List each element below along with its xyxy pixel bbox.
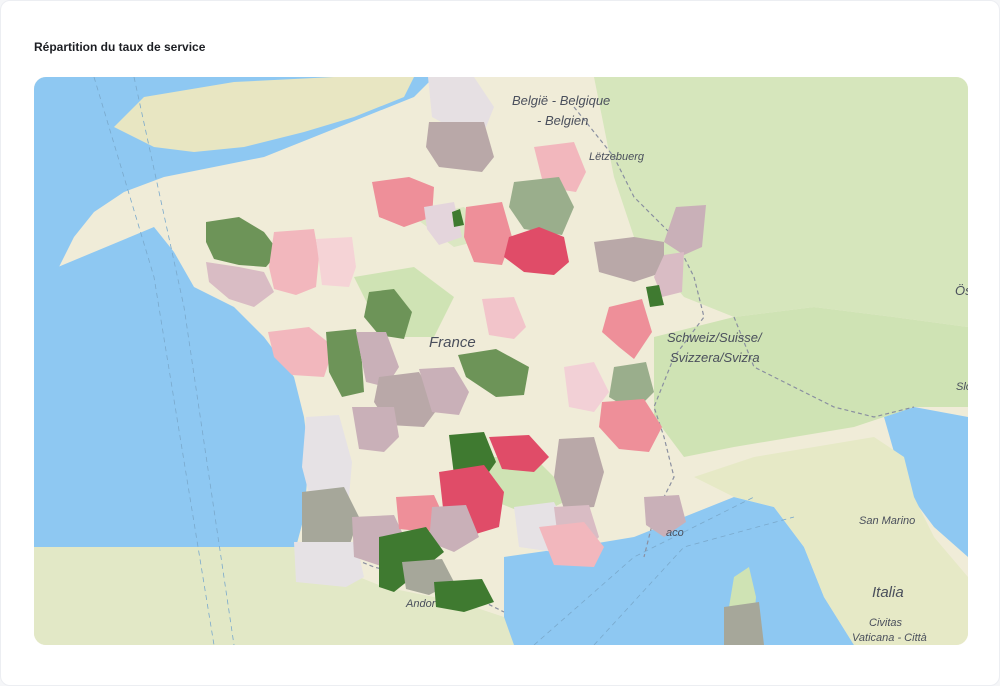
label-slovenia: Slo: [956, 381, 968, 393]
card-title: Répartition du taux de service: [34, 40, 206, 54]
label-switzerland: Schweiz/Suisse/: [667, 330, 763, 345]
choropleth-map[interactable]: België - Belgique - Belgien Lëtzebuerg F…: [34, 77, 968, 645]
label-belgium: België - Belgique: [512, 93, 610, 108]
label-vatican-2: Vaticana - Città: [852, 632, 927, 644]
label-austria: Ös: [955, 283, 968, 298]
label-belgium-2: - Belgien: [537, 113, 588, 128]
label-vatican: Civitas: [869, 617, 903, 629]
label-france: France: [429, 334, 476, 351]
department-region[interactable]: [724, 602, 764, 645]
label-monaco: aco: [666, 527, 684, 539]
department-region[interactable]: [294, 542, 364, 587]
department-region[interactable]: [316, 237, 356, 287]
label-luxembourg: Lëtzebuerg: [589, 151, 645, 163]
department-region[interactable]: [269, 229, 319, 295]
map-canvas[interactable]: België - Belgique - Belgien Lëtzebuerg F…: [34, 77, 968, 645]
label-italy: Italia: [872, 584, 904, 601]
department-region[interactable]: [554, 437, 604, 509]
label-andorra: Andor: [405, 598, 437, 610]
label-switzerland-2: Svizzera/Svizra: [670, 350, 760, 365]
label-san-marino: San Marino: [859, 515, 915, 527]
service-rate-card: Répartition du taux de service België - …: [0, 0, 1000, 686]
